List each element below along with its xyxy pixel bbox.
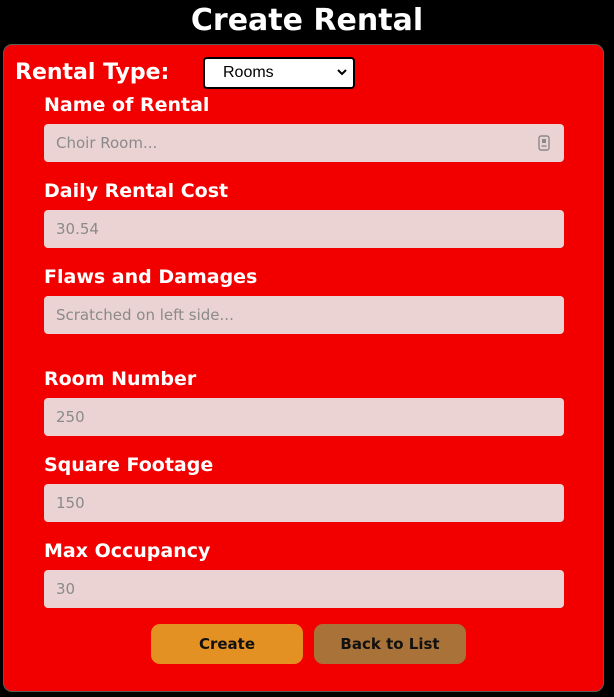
max-occupancy-placeholder: 30 xyxy=(56,580,76,598)
name-of-rental-input[interactable]: Choir Room... xyxy=(44,124,564,162)
back-to-list-button[interactable]: Back to List xyxy=(314,624,466,664)
daily-rental-cost-input[interactable]: 30.54 xyxy=(44,210,564,248)
room-number-input[interactable]: 250 xyxy=(44,398,564,436)
name-of-rental-label: Name of Rental xyxy=(44,94,210,116)
square-footage-input[interactable]: 150 xyxy=(44,484,564,522)
autofill-icon[interactable] xyxy=(538,135,550,151)
max-occupancy-input[interactable]: 30 xyxy=(44,570,564,608)
chevron-down-icon xyxy=(337,69,347,76)
page-title: Create Rental xyxy=(190,3,424,38)
flaws-and-damages-input[interactable]: Scratched on left side... xyxy=(44,296,564,334)
create-rental-form: Rental Type: Rooms Name of Rental Choir … xyxy=(3,44,604,692)
flaws-and-damages-placeholder: Scratched on left side... xyxy=(56,306,234,324)
room-number-label: Room Number xyxy=(44,368,197,390)
create-button[interactable]: Create xyxy=(151,624,303,664)
daily-rental-cost-label: Daily Rental Cost xyxy=(44,180,229,202)
square-footage-placeholder: 150 xyxy=(56,494,85,512)
rental-type-label: Rental Type: xyxy=(15,60,170,85)
max-occupancy-label: Max Occupancy xyxy=(44,540,211,562)
rental-type-select[interactable]: Rooms xyxy=(203,57,355,89)
square-footage-label: Square Footage xyxy=(44,454,214,476)
flaws-and-damages-label: Flaws and Damages xyxy=(44,266,258,288)
rental-type-selected-value: Rooms xyxy=(223,64,274,81)
room-number-placeholder: 250 xyxy=(56,408,85,426)
daily-rental-cost-placeholder: 30.54 xyxy=(56,220,99,238)
name-of-rental-placeholder: Choir Room... xyxy=(56,134,158,152)
